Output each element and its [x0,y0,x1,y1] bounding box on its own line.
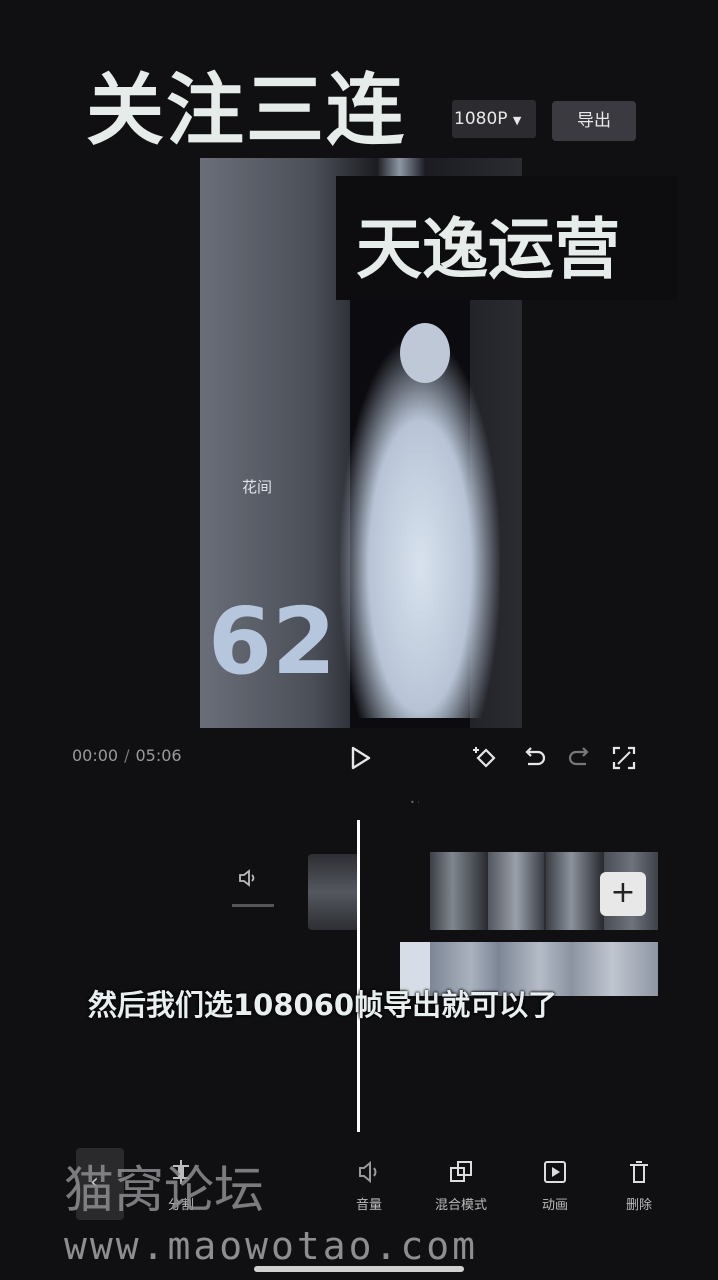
toolbar-delete[interactable]: 删除 [614,1158,664,1213]
animation-icon [544,1161,566,1183]
video-clip[interactable] [308,854,360,930]
current-time: 00:00 [72,746,119,765]
clip-frame [488,852,544,930]
time-separator: / [124,746,130,765]
toolbar-blend-mode[interactable]: 混合模式 [426,1158,496,1213]
watermark-url: www.maowotao.com [64,1224,479,1268]
keyframe-icon[interactable] [472,744,500,772]
time-display: 00:00 / 05:06 [72,746,182,765]
total-time: 05:06 [135,746,182,765]
resolution-value: 1080P [454,109,508,129]
clip-frame [430,852,486,930]
volume-icon [359,1160,377,1184]
chevron-down-icon: ▼ [512,114,522,127]
person-figure [340,338,500,718]
undo-icon[interactable] [520,744,548,772]
home-indicator[interactable] [254,1266,464,1272]
redo-icon[interactable] [566,744,594,772]
audio-level-line [232,904,274,907]
toolbar-volume[interactable]: 音量 [334,1158,404,1213]
poster-text: 花间 [242,478,273,496]
overlay-brand: 天逸运营 [356,211,620,288]
trash-icon [630,1161,648,1183]
clip-frame [546,852,602,930]
timeline-ruler: • · [410,798,420,807]
add-clip-button[interactable]: + [600,872,646,916]
volume-icon[interactable] [236,866,260,890]
export-button[interactable]: 导出 [552,101,636,141]
fullscreen-icon[interactable] [610,744,638,772]
scribble-graphic: 62 [208,588,337,695]
person-head [400,323,450,383]
toolbar-blend-mode-label: 混合模式 [434,1198,487,1213]
watermark-name: 猫窝论坛 [64,1161,264,1219]
subtitle-caption: 然后我们选108060帧导出就可以了 [88,988,558,1022]
toolbar-delete-label: 删除 [625,1198,652,1213]
resolution-select[interactable]: 1080P ▼ [452,100,536,138]
toolbar-animation-label: 动画 [541,1198,568,1213]
blend-mode-icon [450,1161,472,1182]
play-icon[interactable] [346,744,374,772]
overlay-title: 关注三连 [86,66,407,156]
playhead[interactable] [357,820,360,1132]
toolbar-animation[interactable]: 动画 [520,1158,590,1213]
toolbar-volume-label: 音量 [355,1198,382,1213]
